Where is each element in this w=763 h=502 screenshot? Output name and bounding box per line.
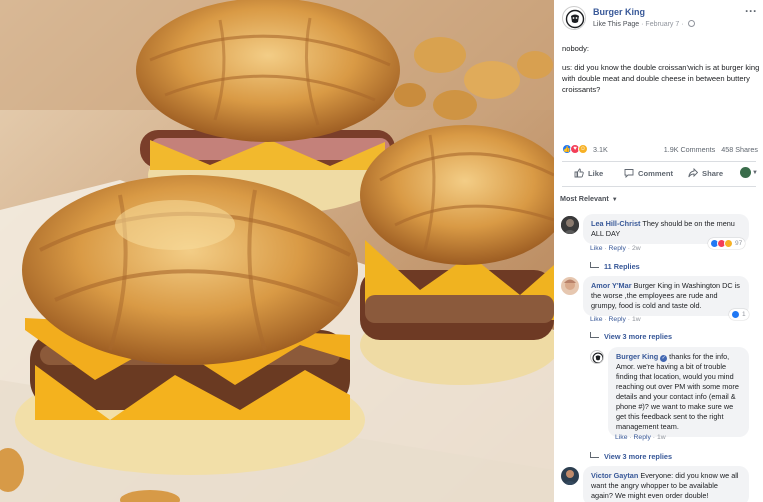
reaction-profile-selector[interactable]: ▼	[740, 167, 758, 178]
comment-reply-link[interactable]: Reply	[634, 434, 651, 441]
reaction-icons[interactable]: 👍 ♥ ☺	[562, 144, 588, 154]
divider	[562, 186, 756, 187]
avatar[interactable]	[590, 350, 604, 364]
view-replies-link[interactable]: View 3 more replies	[590, 452, 672, 461]
avatar[interactable]	[561, 277, 579, 295]
comment-author[interactable]: Amor Y'Mar	[591, 281, 632, 290]
comment-author[interactable]: Lea Hill-Christ	[591, 219, 640, 228]
post-text: nobody: us: did you know the double croi…	[562, 43, 760, 103]
more-options-button[interactable]: ···	[745, 4, 757, 18]
reaction-count[interactable]: 3.1K	[593, 145, 608, 154]
reaction-summary: 👍 ♥ ☺ 3.1K 1.9K Comments 458 Shares	[562, 144, 758, 156]
reply-arrow-icon	[590, 262, 599, 268]
comment-actions: Like · Reply · 1w	[590, 316, 641, 323]
post-side-panel: Burger King Like This Page · February 7 …	[554, 0, 763, 502]
burger-king-logo-icon	[564, 8, 585, 29]
comment-reply-link[interactable]: Reply	[609, 316, 626, 323]
speech-bubble-icon	[624, 169, 634, 178]
comment-like-link[interactable]: Like	[590, 245, 602, 252]
page-avatar[interactable]	[562, 6, 586, 30]
post-photo[interactable]	[0, 0, 554, 502]
comment-actions: Like · Reply · 1w	[615, 434, 666, 441]
post-actions: Like Comment Share ▼	[562, 165, 758, 183]
comment-time[interactable]: 1w	[657, 434, 666, 441]
globe-icon	[687, 20, 695, 27]
burger-king-logo-icon	[592, 352, 603, 363]
view-replies-link[interactable]: View 3 more replies	[590, 332, 672, 341]
sort-label: Most Relevant	[560, 194, 609, 203]
like-page-link[interactable]: Like This Page	[593, 21, 639, 28]
meta-separator: ·	[679, 21, 686, 28]
reply-arrow-icon	[590, 332, 599, 338]
user-avatar-icon	[561, 216, 579, 234]
comment-reaction-count: 97	[735, 240, 743, 247]
laugh-icon	[724, 239, 733, 248]
replies-label: View 3 more replies	[604, 452, 673, 461]
comment-text: thanks for the info, Amor. we're having …	[616, 352, 739, 431]
thumbs-up-icon	[574, 168, 584, 178]
thumbs-up-icon	[731, 310, 740, 319]
share-label: Share	[702, 168, 724, 178]
comment-time[interactable]: 1w	[632, 316, 641, 323]
comment-label: Comment	[638, 168, 674, 178]
avatar[interactable]	[561, 467, 579, 485]
view-replies-link[interactable]: 11 Replies	[590, 262, 640, 271]
page-name[interactable]: Burger King	[593, 7, 645, 17]
shares-count[interactable]: 458 Shares	[721, 145, 758, 154]
comment-reaction-count: 1	[742, 311, 746, 318]
comment-reactions[interactable]: 97	[708, 238, 746, 249]
comment-like-link[interactable]: Like	[590, 316, 602, 323]
post-meta: Like This Page · February 7 ·	[593, 20, 695, 28]
post-date[interactable]: February 7	[645, 21, 679, 28]
comment-actions: Like · Reply · 2w	[590, 245, 641, 252]
avatar	[740, 167, 752, 178]
comment-like-link[interactable]: Like	[615, 434, 627, 441]
user-avatar-icon	[561, 467, 579, 485]
reply-bubble: Burger King ✓ thanks for the info, Amor. w…	[608, 347, 749, 437]
comment-reply-link[interactable]: Reply	[609, 245, 626, 252]
comments-shares-count: 1.9K Comments 458 Shares	[664, 145, 758, 154]
user-avatar-icon	[561, 277, 579, 295]
comment-bubble: Amor Y'Mar Burger King in Washington DC …	[583, 276, 749, 316]
avatar[interactable]	[561, 216, 579, 234]
replies-label: View 3 more replies	[604, 332, 673, 341]
croissant-sandwich-photo	[0, 0, 554, 502]
like-button[interactable]: Like	[574, 168, 603, 178]
replies-label: 11 Replies	[604, 262, 640, 271]
comment-sort-dropdown[interactable]: Most Relevant ▼	[560, 194, 618, 203]
comment-button[interactable]: Comment	[624, 168, 673, 178]
laugh-icon: ☺	[578, 144, 588, 154]
comment-time[interactable]: 2w	[632, 245, 641, 252]
share-arrow-icon	[688, 168, 698, 178]
comment-author[interactable]: Victor Gaytan	[591, 471, 638, 480]
post-header: Burger King Like This Page · February 7 …	[554, 0, 763, 36]
reply-arrow-icon	[590, 452, 599, 458]
chevron-down-icon: ▼	[752, 169, 758, 176]
post-text-line: nobody:	[562, 44, 590, 53]
comment-bubble: Victor Gaytan Everyone: did you know we …	[583, 466, 749, 502]
comment-author[interactable]: Burger King	[616, 352, 658, 361]
chevron-down-icon: ▼	[611, 197, 618, 203]
like-label: Like	[588, 168, 604, 178]
comments-count[interactable]: 1.9K Comments	[664, 145, 716, 154]
verified-badge-icon: ✓	[660, 355, 668, 362]
post-text-line: us: did you know the double croissan'wic…	[562, 63, 760, 94]
share-button[interactable]: Share	[688, 168, 723, 178]
divider	[562, 161, 756, 162]
comment-reactions[interactable]: 1	[729, 309, 749, 320]
